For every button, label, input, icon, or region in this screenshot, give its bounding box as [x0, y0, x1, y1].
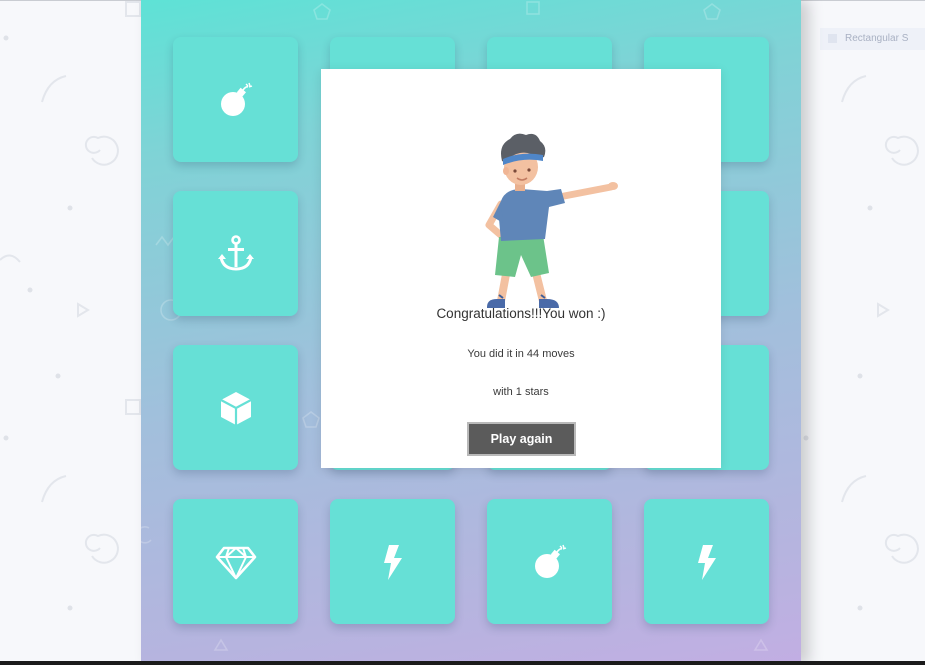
card-9[interactable] [173, 345, 298, 470]
card-16[interactable] [644, 499, 769, 624]
anchor-icon [217, 234, 254, 271]
congratulations-modal: Congratulations!!!You won :) You did it … [321, 69, 721, 468]
card-14[interactable] [330, 499, 455, 624]
card-5[interactable] [173, 191, 298, 316]
background-tab-label: Rectangular S [845, 33, 909, 44]
moves-count-text: You did it in 44 moves [467, 348, 575, 360]
stars-count-text: with 1 stars [493, 386, 549, 398]
bomb-icon [534, 544, 566, 578]
tab-checkbox-icon [828, 33, 837, 43]
card-13[interactable] [173, 499, 298, 624]
card-15[interactable] [487, 499, 612, 624]
bolt-icon [697, 544, 716, 580]
dancing-boy-illustration [485, 133, 618, 308]
cube-icon [219, 391, 252, 425]
background-tab: Rectangular S [820, 28, 925, 50]
card-1[interactable] [173, 37, 298, 162]
bomb-icon [220, 82, 252, 116]
diamond-icon [215, 546, 256, 579]
bolt-icon [383, 544, 402, 580]
window-bottom-border [0, 661, 925, 665]
play-again-button[interactable]: Play again [467, 422, 576, 456]
modal-title: Congratulations!!!You won :) [436, 306, 606, 321]
